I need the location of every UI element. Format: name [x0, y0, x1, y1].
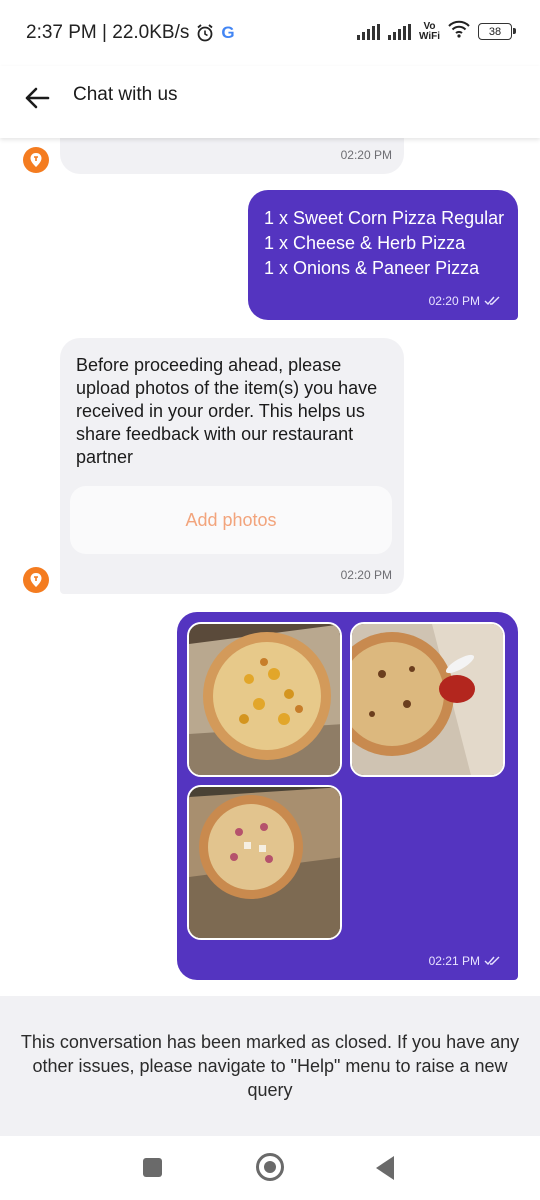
message-text: Before proceeding ahead, please upload p…: [76, 355, 378, 467]
pizza-photo[interactable]: [187, 622, 342, 777]
order-item-line: 1 x Cheese & Herb Pizza: [264, 233, 466, 253]
page-title: Chat with us: [73, 84, 178, 105]
vowifi-indicator: Vo WiFi: [418, 20, 440, 42]
support-avatar: [23, 567, 49, 593]
status-time-speed: 2:37 PM | 22.0KB/s: [26, 22, 190, 43]
outgoing-message: 1 x Sweet Corn Pizza Regular 1 x Cheese …: [248, 190, 518, 320]
double-check-icon: [484, 296, 500, 306]
swiggy-logo-icon: [30, 573, 42, 587]
back-button[interactable]: [22, 82, 54, 114]
order-item-line: 1 x Onions & Paneer Pizza: [264, 258, 480, 278]
chat-area[interactable]: 02:20 PM 1 x Sweet Corn Pizza Regular 1 …: [0, 98, 540, 996]
closed-notice-text: This conversation has been marked as clo…: [20, 1032, 520, 1100]
battery-level: 38: [488, 25, 502, 38]
double-check-icon: [484, 956, 500, 966]
order-item-line: 1 x Sweet Corn Pizza Regular: [264, 208, 505, 228]
outgoing-photo-message: 02:21 PM: [177, 612, 518, 980]
message-time: 02:20 PM: [428, 294, 480, 308]
pizza-photo[interactable]: [350, 622, 505, 777]
arrow-left-icon: [25, 87, 50, 109]
pizza-photo[interactable]: [187, 785, 342, 940]
app-header: Chat with us: [0, 66, 540, 138]
conversation-closed-banner: This conversation has been marked as clo…: [0, 996, 540, 1136]
recent-apps-button[interactable]: [143, 1158, 162, 1177]
add-photos-button[interactable]: Add photos: [70, 486, 392, 554]
google-icon: G: [221, 23, 235, 42]
home-button[interactable]: [256, 1153, 284, 1181]
system-back-button[interactable]: [376, 1156, 394, 1180]
status-bar: 2:37 PM | 22.0KB/s G Vo WiFi 38: [0, 0, 540, 66]
support-avatar: [23, 147, 49, 173]
battery-icon: 38: [478, 23, 516, 40]
message-time: 02:20 PM: [340, 148, 392, 162]
system-nav-bar: [0, 1136, 540, 1200]
signal-icon: [356, 23, 380, 40]
wifi-icon: [448, 20, 470, 43]
swiggy-logo-icon: [30, 153, 42, 167]
message-time: 02:21 PM: [428, 954, 480, 968]
signal-icon: [387, 23, 411, 40]
message-time: 02:20 PM: [340, 568, 392, 582]
alarm-icon: [195, 23, 215, 43]
incoming-message: Before proceeding ahead, please upload p…: [60, 338, 404, 594]
